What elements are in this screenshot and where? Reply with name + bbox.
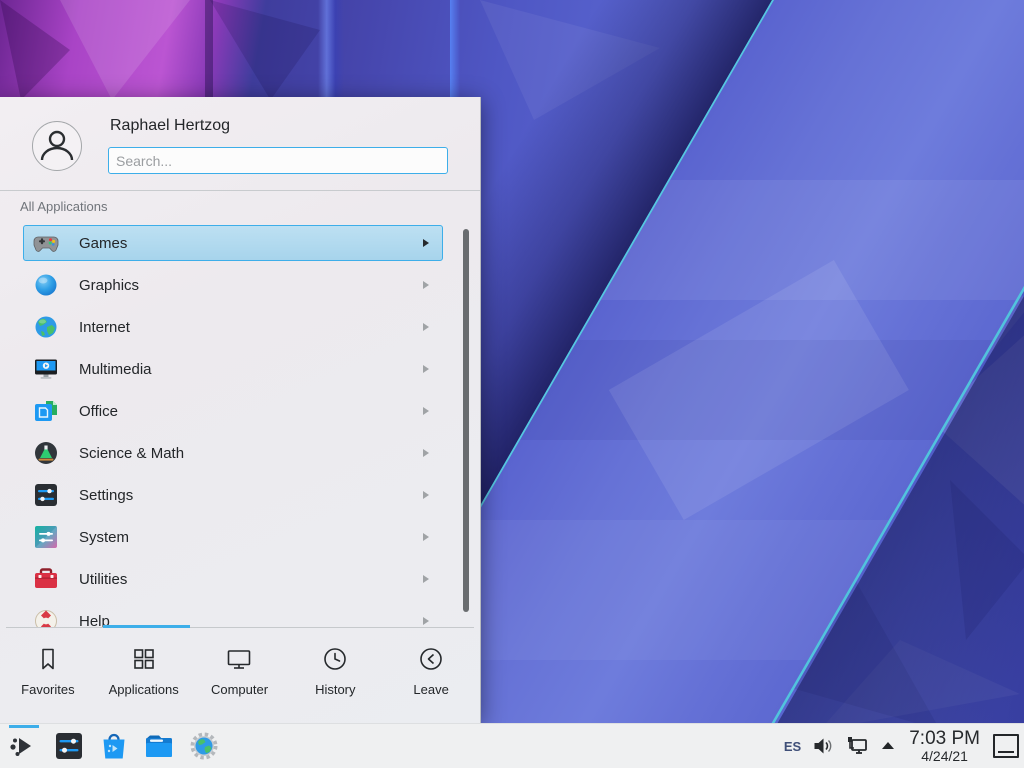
- tab-label: History: [315, 682, 355, 697]
- documents-icon: [33, 398, 59, 424]
- submenu-arrow-icon: [423, 323, 429, 331]
- system-sliders-icon: [33, 524, 59, 550]
- system-settings-launcher[interactable]: [53, 730, 85, 762]
- tab-label: Applications: [109, 682, 179, 697]
- category-games[interactable]: Games: [23, 225, 443, 261]
- category-internet[interactable]: Internet: [23, 309, 443, 345]
- application-category-list: Games Graphics: [0, 225, 480, 627]
- category-label: Science & Math: [79, 445, 423, 462]
- submenu-arrow-icon: [423, 407, 429, 415]
- gamepad-icon: [33, 230, 59, 256]
- tab-leave[interactable]: Leave: [383, 628, 479, 723]
- category-label: Internet: [79, 319, 423, 336]
- taskbar-launchers: [0, 730, 220, 762]
- user-icon: [33, 122, 81, 170]
- file-manager-launcher[interactable]: [143, 730, 175, 762]
- tab-label: Computer: [211, 682, 268, 697]
- category-label: System: [79, 529, 423, 546]
- system-settings-icon: [53, 730, 85, 762]
- category-label: Office: [79, 403, 423, 420]
- application-launcher-menu: Raphael Hertzog All Applications: [0, 97, 481, 723]
- user-avatar[interactable]: [32, 121, 82, 171]
- taskbar-panel: ES 7:03 PM 4/24/21: [0, 723, 1024, 768]
- search-input[interactable]: [108, 147, 448, 174]
- category-utilities[interactable]: Utilities: [23, 561, 443, 597]
- system-tray: ES 7:03 PM 4/24/21: [784, 729, 1024, 764]
- tab-label: Favorites: [21, 682, 74, 697]
- tab-applications[interactable]: Applications: [96, 628, 192, 723]
- user-name: Raphael Hertzog: [110, 117, 230, 135]
- folder-icon: [143, 730, 175, 762]
- category-office[interactable]: Office: [23, 393, 443, 429]
- kde-launcher-icon: [8, 730, 40, 762]
- lifebuoy-icon: [33, 608, 59, 627]
- category-label: Multimedia: [79, 361, 423, 378]
- category-label: Graphics: [79, 277, 423, 294]
- submenu-arrow-icon: [423, 365, 429, 373]
- category-label: Games: [79, 235, 423, 252]
- tab-history[interactable]: History: [287, 628, 383, 723]
- desktop: Raphael Hertzog All Applications: [0, 0, 1024, 768]
- submenu-arrow-icon: [423, 281, 429, 289]
- application-launcher-button[interactable]: [8, 730, 40, 762]
- category-help[interactable]: Help: [23, 603, 443, 627]
- tab-computer[interactable]: Computer: [192, 628, 288, 723]
- submenu-arrow-icon: [423, 617, 429, 625]
- category-settings[interactable]: Settings: [23, 477, 443, 513]
- category-graphics[interactable]: Graphics: [23, 267, 443, 303]
- keyboard-layout-indicator[interactable]: ES: [784, 739, 801, 754]
- expand-arrow-icon[interactable]: [880, 738, 896, 754]
- header-divider: [0, 190, 480, 191]
- clock-icon: [321, 645, 349, 673]
- computer-icon: [225, 645, 253, 673]
- submenu-arrow-icon: [423, 575, 429, 583]
- monitor-play-icon: [33, 356, 59, 382]
- browser-globe-gear-icon: [188, 730, 220, 762]
- toolbox-icon: [33, 566, 59, 592]
- launcher-tab-bar: Favorites Applications Computer: [0, 628, 479, 723]
- submenu-arrow-icon: [423, 449, 429, 457]
- tab-favorites[interactable]: Favorites: [0, 628, 96, 723]
- category-label: Settings: [79, 487, 423, 504]
- category-system[interactable]: System: [23, 519, 443, 555]
- submenu-arrow-icon: [423, 239, 429, 247]
- section-label: All Applications: [20, 199, 107, 214]
- sphere-icon: [33, 272, 59, 298]
- list-scrollbar[interactable]: [463, 229, 469, 612]
- discover-launcher[interactable]: [98, 730, 130, 762]
- volume-icon[interactable]: [812, 735, 834, 757]
- sliders-icon: [33, 482, 59, 508]
- submenu-arrow-icon: [423, 491, 429, 499]
- bookmark-icon: [34, 645, 62, 673]
- discover-icon: [98, 730, 130, 762]
- submenu-arrow-icon: [423, 533, 429, 541]
- web-browser-launcher[interactable]: [188, 730, 220, 762]
- category-science-math[interactable]: Science & Math: [23, 435, 443, 471]
- category-multimedia[interactable]: Multimedia: [23, 351, 443, 387]
- globe-icon: [33, 314, 59, 340]
- tab-label: Leave: [413, 682, 448, 697]
- flask-icon: [33, 440, 59, 466]
- network-icon[interactable]: [845, 734, 869, 758]
- clock-date: 4/24/21: [909, 749, 980, 764]
- leave-icon: [417, 645, 445, 673]
- clock-time: 7:03 PM: [909, 729, 980, 749]
- digital-clock[interactable]: 7:03 PM 4/24/21: [909, 729, 980, 764]
- category-label: Utilities: [79, 571, 423, 588]
- launcher-header: Raphael Hertzog: [0, 97, 480, 190]
- grid-icon: [130, 645, 158, 673]
- show-desktop-button[interactable]: [993, 734, 1019, 758]
